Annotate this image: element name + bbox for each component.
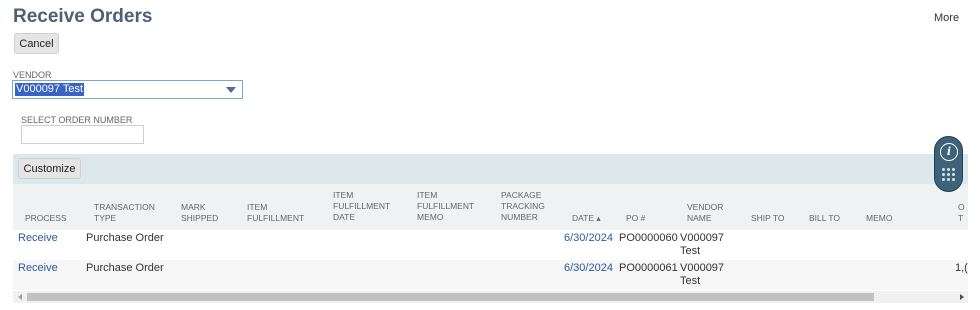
vendor-label: VENDOR — [13, 70, 52, 80]
col-cut-off[interactable]: O T — [958, 202, 966, 224]
orders-table: PROCESS TRANSACTION TYPE MARK SHIPPED IT… — [13, 184, 968, 291]
col-item-fulfillment[interactable]: ITEM FULFILLMENT — [247, 202, 317, 224]
cell-transaction-type: Purchase Order — [86, 262, 164, 274]
col-po-number[interactable]: PO # — [626, 213, 645, 224]
chevron-down-icon[interactable] — [226, 87, 236, 93]
customize-button[interactable]: Customize — [18, 158, 81, 179]
col-memo[interactable]: MEMO — [866, 213, 892, 224]
receive-link[interactable]: Receive — [18, 232, 58, 245]
more-link[interactable]: More — [934, 12, 959, 24]
vendor-selected-value: V000097 Test — [15, 83, 85, 96]
cell-vendor-name: V000097 Test — [680, 262, 725, 287]
col-date[interactable]: DATE ▴ — [572, 213, 601, 224]
table-row: Receive Purchase Order 6/30/2024 PO00000… — [13, 260, 968, 290]
col-transaction-type[interactable]: TRANSACTION TYPE — [94, 202, 164, 224]
order-number-input[interactable] — [21, 125, 144, 144]
scroll-right-icon[interactable] — [960, 294, 964, 300]
scrollbar-thumb[interactable] — [27, 293, 874, 301]
col-bill-to[interactable]: BILL TO — [809, 213, 840, 224]
dial-pad-icon[interactable] — [942, 168, 956, 182]
cell-cut-off: 1,( — [955, 262, 968, 274]
cell-date-link[interactable]: 6/30/2024 — [564, 262, 613, 275]
page-title: Receive Orders — [13, 6, 153, 27]
help-widget[interactable]: i — [934, 136, 963, 192]
list-toolbar: Customize — [13, 154, 968, 184]
horizontal-scrollbar[interactable] — [13, 291, 968, 303]
col-vendor-name[interactable]: VENDOR NAME — [687, 202, 732, 224]
col-ship-to[interactable]: SHIP TO — [751, 213, 785, 224]
cell-transaction-type: Purchase Order — [86, 232, 164, 244]
receive-link[interactable]: Receive — [18, 262, 58, 275]
cell-vendor-name: V000097 Test — [680, 232, 725, 257]
cancel-button[interactable]: Cancel — [14, 33, 59, 54]
cell-po-number: PO0000061 — [619, 262, 678, 274]
cell-po-number: PO0000060 — [619, 232, 678, 244]
col-package-tracking-number[interactable]: PACKAGE TRACKING NUMBER — [501, 190, 556, 223]
scroll-left-icon[interactable] — [18, 294, 22, 300]
col-process[interactable]: PROCESS — [25, 213, 67, 224]
col-item-fulfillment-memo[interactable]: ITEM FULFILLMENT MEMO — [417, 190, 487, 223]
order-number-label: SELECT ORDER NUMBER — [21, 115, 133, 125]
col-item-fulfillment-date[interactable]: ITEM FULFILLMENT DATE — [333, 190, 403, 223]
cell-date-link[interactable]: 6/30/2024 — [564, 232, 613, 245]
info-icon[interactable]: i — [940, 143, 958, 161]
col-mark-shipped[interactable]: MARK SHIPPED — [181, 202, 226, 224]
table-row: Receive Purchase Order 6/30/2024 PO00000… — [13, 230, 968, 260]
vendor-select[interactable]: V000097 Test — [12, 80, 243, 99]
table-header: PROCESS TRANSACTION TYPE MARK SHIPPED IT… — [13, 184, 968, 230]
